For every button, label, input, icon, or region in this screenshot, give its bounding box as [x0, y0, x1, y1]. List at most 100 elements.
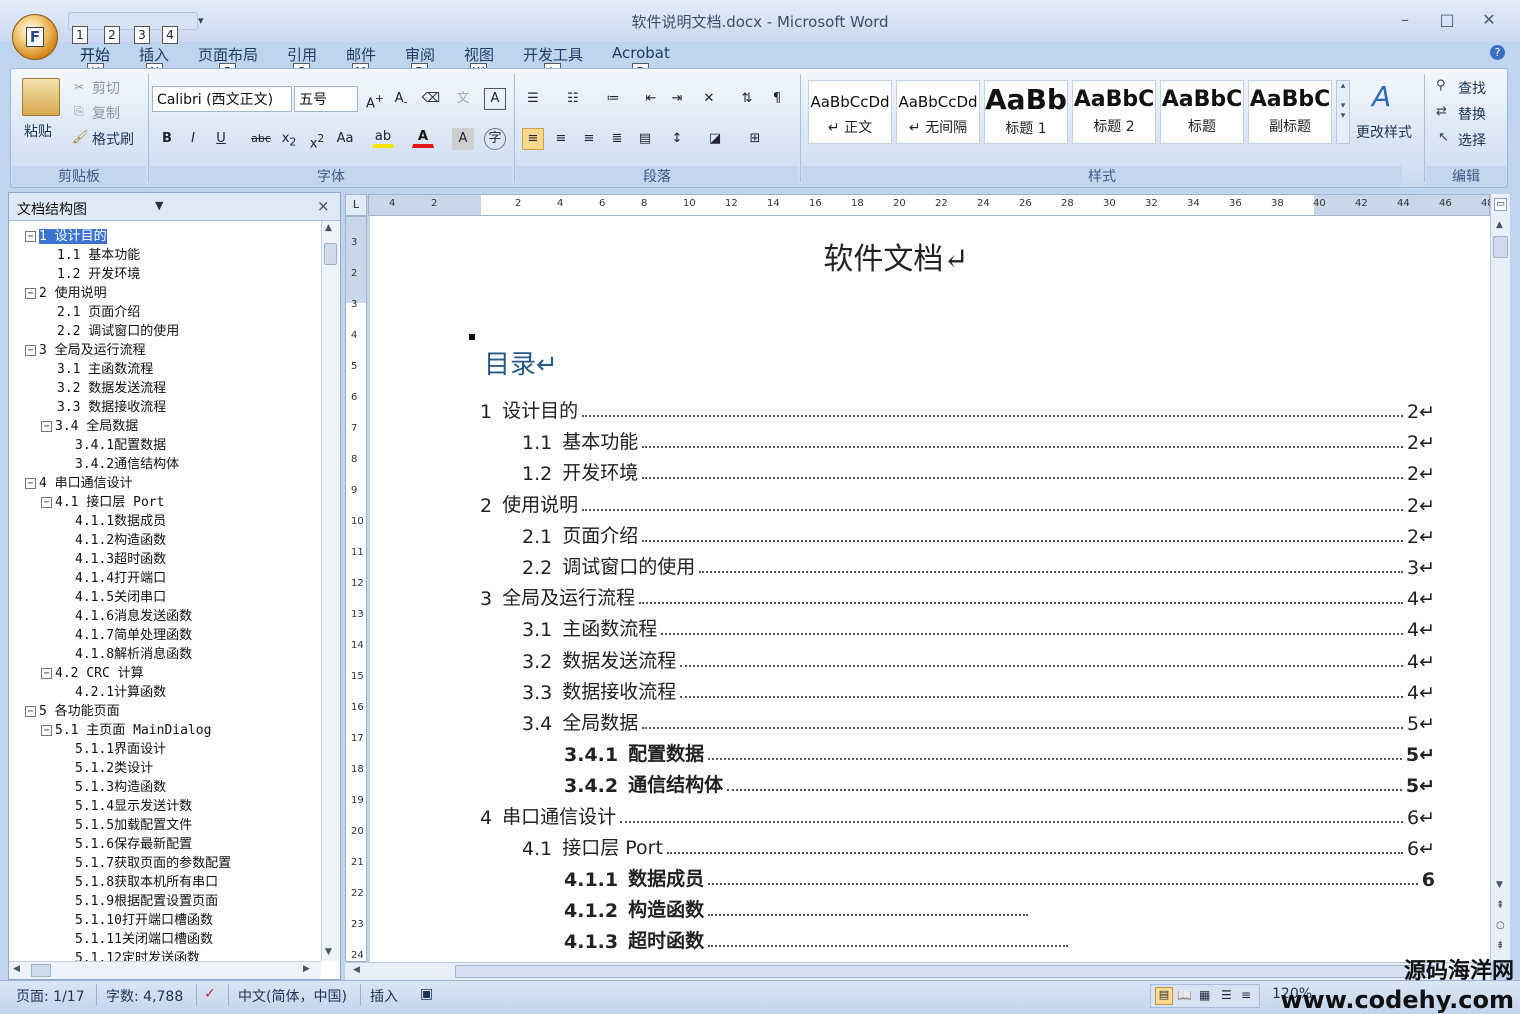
- chinese-layout-icon[interactable]: ✕: [698, 88, 720, 110]
- toc-entry[interactable]: 2.2 调试窗口的使用 3↵: [522, 548, 1435, 579]
- copy-button[interactable]: 复制: [92, 103, 120, 123]
- collapse-toggle-icon[interactable]: −: [25, 706, 36, 717]
- enclose-char-icon[interactable]: 字: [484, 128, 506, 150]
- tab-view[interactable]: 视图: [464, 44, 494, 65]
- collapse-toggle-icon[interactable]: −: [25, 288, 36, 299]
- underline-icon[interactable]: U: [210, 128, 232, 150]
- word-count[interactable]: 字数: 4,788: [106, 986, 183, 1006]
- superscript-icon[interactable]: x2: [306, 128, 328, 151]
- justify-icon[interactable]: ≣: [606, 128, 628, 150]
- nav-tree-item[interactable]: 5.1.6保存最新配置: [75, 835, 192, 854]
- char-border-icon[interactable]: A: [484, 88, 506, 110]
- nav-tree-item[interactable]: 1.2 开发环境: [57, 265, 140, 284]
- hscroll-thumb[interactable]: [31, 964, 51, 977]
- find-button[interactable]: 查找: [1458, 78, 1486, 98]
- language-indicator[interactable]: 中文(简体，中国): [238, 986, 347, 1006]
- nav-tree-item[interactable]: 5.1.5加载配置文件: [75, 816, 192, 835]
- sort-icon[interactable]: ⇅: [736, 88, 758, 110]
- toc-entry[interactable]: 3.4.2 通信结构体 5↵: [564, 766, 1435, 797]
- replace-button[interactable]: 替换: [1458, 104, 1486, 124]
- nav-tree-item[interactable]: 5.1.8获取本机所有串口: [75, 873, 218, 892]
- toc-entry[interactable]: 1 设计目的 2↵: [480, 392, 1435, 423]
- nav-tree-item[interactable]: 4.1.4打开端口: [75, 569, 166, 588]
- horizontal-ruler[interactable]: 4 2 2 4 6 8 10 12 14 16 18 20 22 24 26 28 30 32 34 36 38 40 42…: [368, 194, 1494, 216]
- toc-entry[interactable]: 1.2 开发环境 2↵: [522, 454, 1435, 485]
- scroll-left-icon[interactable]: ◀: [353, 965, 360, 975]
- change-case-icon[interactable]: Aa: [334, 128, 356, 150]
- nav-tree-item[interactable]: −4.1 接口层 Port: [41, 493, 164, 512]
- nav-tree-item[interactable]: 5.1.7获取页面的参数配置: [75, 854, 231, 873]
- nav-tree-item[interactable]: −3.4 全局数据: [41, 417, 138, 436]
- styles-scroll-icon[interactable]: ▴ ▾ ▾: [1336, 80, 1350, 144]
- nav-tree-item[interactable]: −3 全局及运行流程: [25, 341, 146, 360]
- web-layout-icon[interactable]: ▦: [1199, 988, 1210, 1002]
- tab-insert[interactable]: 插入: [139, 44, 169, 65]
- align-right-icon[interactable]: ≡: [578, 128, 600, 150]
- toc-entry[interactable]: 3.4 全局数据 5↵: [522, 704, 1435, 735]
- nav-tree-item[interactable]: 2.1 页面介绍: [57, 303, 140, 322]
- tab-page-layout[interactable]: 页面布局: [198, 44, 258, 65]
- page-count[interactable]: 页面: 1/17: [16, 986, 85, 1006]
- qat-customize-icon[interactable]: ▾: [198, 14, 204, 27]
- nav-tree-item[interactable]: −5 各功能页面: [25, 702, 120, 721]
- nav-tree-item[interactable]: 5.1.3构造函数: [75, 778, 166, 797]
- nav-tree-item[interactable]: 3.4.2通信结构体: [75, 455, 179, 474]
- style-no-spacing[interactable]: AaBbCcDd ↵ 无间隔: [896, 80, 980, 144]
- nav-tree-item[interactable]: 2.2 调试窗口的使用: [57, 322, 179, 341]
- nav-tree-item[interactable]: 4.1.2构造函数: [75, 531, 166, 550]
- toc-entry[interactable]: 3.2 数据发送流程 4↵: [522, 642, 1435, 673]
- font-name-select[interactable]: Calibri (西文正文): [152, 86, 292, 112]
- close-button[interactable]: ✕: [1474, 10, 1504, 29]
- tab-mailings[interactable]: 邮件: [346, 44, 376, 65]
- maximize-button[interactable]: □: [1432, 10, 1462, 29]
- align-left-icon[interactable]: ≡: [522, 128, 544, 150]
- increase-indent-icon[interactable]: ⇥: [666, 88, 688, 110]
- minimize-button[interactable]: –: [1390, 10, 1420, 29]
- numbering-icon[interactable]: ☷: [562, 88, 584, 110]
- borders-icon[interactable]: ⊞: [744, 128, 766, 150]
- style-subtitle[interactable]: AaBbC 副标题: [1248, 80, 1332, 144]
- paste-button[interactable]: 粘贴: [24, 121, 52, 141]
- collapse-toggle-icon[interactable]: −: [25, 478, 36, 489]
- toc-entry[interactable]: 3.4.1 配置数据 5↵: [564, 735, 1435, 766]
- nav-tree-item[interactable]: 3.2 数据发送流程: [57, 379, 166, 398]
- scroll-up-icon[interactable]: ▲: [1496, 220, 1503, 230]
- bullets-icon[interactable]: ☰: [522, 88, 544, 110]
- format-painter-button[interactable]: 格式刷: [92, 129, 134, 149]
- scroll-right-icon[interactable]: ▶: [303, 964, 310, 974]
- nav-tree-item[interactable]: 4.1.5关闭串口: [75, 588, 166, 607]
- italic-icon[interactable]: I: [182, 128, 204, 150]
- document-page[interactable]: 软件文档↵ 目录↵ 1 设计目的 2↵ 1.1 基本功能 2↵ 1.2 开发环境 2↵ 2 使用说明…: [370, 216, 1490, 962]
- insert-mode-indicator[interactable]: 插入: [370, 986, 398, 1006]
- grow-font-icon[interactable]: A+: [364, 88, 386, 111]
- help-icon[interactable]: ?: [1490, 45, 1505, 60]
- tab-home[interactable]: 开始: [80, 44, 110, 65]
- document-map-dropdown-icon[interactable]: ▼: [155, 199, 163, 212]
- collapse-toggle-icon[interactable]: −: [41, 497, 52, 508]
- previous-page-icon[interactable]: ⇞: [1496, 900, 1504, 911]
- nav-tree-item[interactable]: 4.1.1数据成员: [75, 512, 166, 531]
- scroll-thumb[interactable]: [324, 243, 337, 265]
- collapse-toggle-icon[interactable]: −: [25, 231, 36, 242]
- scroll-thumb[interactable]: [1493, 236, 1508, 258]
- nav-tree-item[interactable]: 4.1.6消息发送函数: [75, 607, 192, 626]
- change-styles-button[interactable]: 更改样式: [1356, 122, 1412, 142]
- subscript-icon[interactable]: x2: [278, 128, 300, 150]
- shrink-font-icon[interactable]: A-: [390, 88, 412, 110]
- next-page-icon[interactable]: ⇟: [1496, 940, 1504, 951]
- nav-tree-item[interactable]: 4.1.3超时函数: [75, 550, 166, 569]
- distribute-icon[interactable]: ▤: [634, 128, 656, 150]
- nav-tree-item[interactable]: 3.4.1配置数据: [75, 436, 166, 455]
- tab-developer[interactable]: 开发工具: [523, 44, 583, 65]
- nav-tree-item[interactable]: −1 设计目的: [25, 227, 107, 246]
- tab-review[interactable]: 审阅: [405, 44, 435, 65]
- nav-tree-item[interactable]: 4.1.7简单处理函数: [75, 626, 192, 645]
- toc-entry[interactable]: 2.1 页面介绍 2↵: [522, 517, 1435, 548]
- scroll-down-icon[interactable]: ▼: [325, 947, 332, 957]
- proofing-icon[interactable]: ✓: [204, 986, 216, 1002]
- toc-entry[interactable]: 4 串口通信设计 6↵: [480, 798, 1435, 829]
- ruler-toggle-icon[interactable]: ▭: [1494, 198, 1507, 211]
- nav-tree-item[interactable]: 5.1.9根据配置设置页面: [75, 892, 218, 911]
- tab-selector-icon[interactable]: L: [345, 194, 367, 216]
- multilevel-list-icon[interactable]: ≔: [602, 88, 624, 110]
